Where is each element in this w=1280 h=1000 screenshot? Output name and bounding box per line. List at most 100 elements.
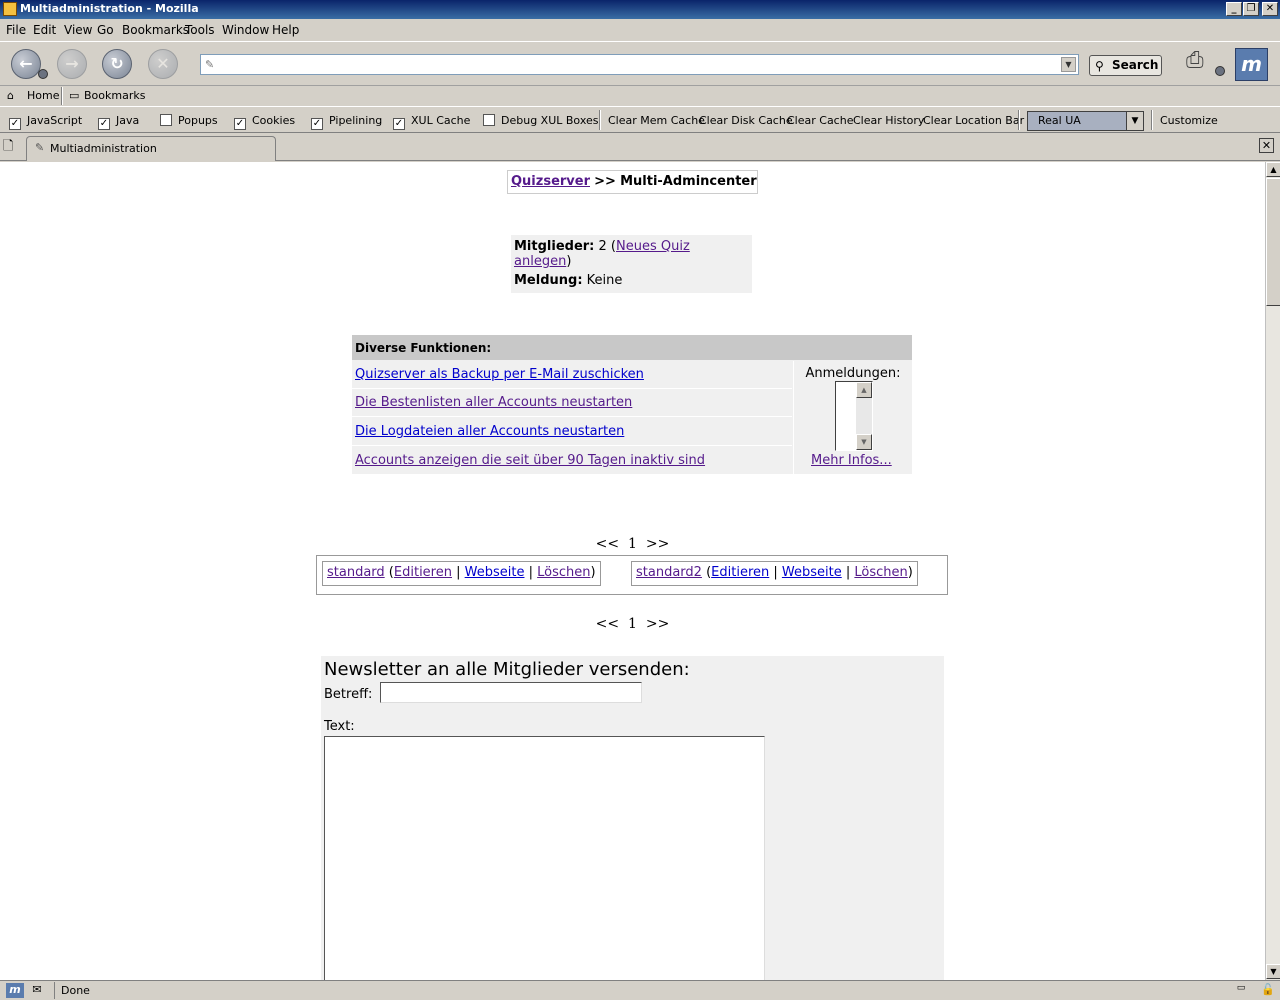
new-tab-icon[interactable]: 🗋 bbox=[3, 137, 21, 155]
breadcrumb-separator: >> bbox=[594, 174, 616, 189]
mozilla-throbber-icon[interactable]: m bbox=[1235, 48, 1268, 81]
reset-highscores-link[interactable]: Die Bestenlisten aller Accounts neustart… bbox=[355, 395, 632, 410]
toolbar-separator bbox=[599, 110, 601, 130]
user-agent-value: Real UA bbox=[1038, 114, 1081, 127]
menu-tools[interactable]: Tools bbox=[185, 23, 215, 37]
accounts-list: standard (Editieren | Webseite | Löschen… bbox=[316, 555, 948, 595]
search-button-label: Search bbox=[1112, 58, 1159, 72]
table-row: Die Logdateien aller Accounts neustarten bbox=[352, 418, 792, 446]
javascript-checkbox[interactable]: ✓ JavaScript bbox=[9, 114, 82, 130]
clear-location-bar-button[interactable]: Clear Location Bar bbox=[923, 114, 1024, 127]
backup-email-link[interactable]: Quizserver als Backup per E-Mail zuschic… bbox=[355, 367, 644, 382]
subject-input[interactable] bbox=[380, 682, 642, 703]
back-arrow-icon[interactable]: ← bbox=[11, 49, 41, 79]
checkbox-checked-icon: ✓ bbox=[393, 118, 405, 130]
home-link[interactable]: Home bbox=[27, 89, 59, 102]
popups-checkbox[interactable]: Popups bbox=[160, 114, 218, 127]
java-checkbox[interactable]: ✓ Java bbox=[98, 114, 139, 130]
minimize-button[interactable]: _ bbox=[1226, 2, 1242, 16]
account-website-link[interactable]: Webseite bbox=[782, 565, 842, 580]
newsletter-title: Newsletter an alle Mitglieder versenden: bbox=[324, 659, 690, 680]
account-delete-link[interactable]: Löschen bbox=[854, 565, 907, 580]
page-proxy-icon: ✎ bbox=[205, 58, 215, 71]
pipelining-checkbox[interactable]: ✓ Pipelining bbox=[311, 114, 382, 130]
more-info-link[interactable]: Mehr Infos... bbox=[811, 453, 892, 468]
signups-label: Anmeldungen: bbox=[805, 366, 901, 381]
stop-icon[interactable]: ✕ bbox=[148, 49, 178, 79]
home-icon[interactable]: ⌂ bbox=[7, 89, 14, 102]
pager-next-link[interactable]: >> bbox=[646, 536, 669, 552]
signups-listbox[interactable]: ▲ ▼ bbox=[835, 381, 873, 451]
functions-table: Diverse Funktionen: Quizserver als Backu… bbox=[352, 335, 912, 474]
menu-go[interactable]: Go bbox=[97, 23, 114, 37]
scrollbar-thumb[interactable] bbox=[1266, 178, 1280, 306]
tab-multiadministration[interactable]: ✎ Multiadministration bbox=[26, 136, 276, 161]
reload-icon[interactable]: ↻ bbox=[102, 49, 132, 79]
personal-toolbar: ⌂ Home ▭ Bookmarks bbox=[0, 85, 1280, 106]
inactive-accounts-link[interactable]: Accounts anzeigen die seit über 90 Tagen… bbox=[355, 453, 705, 468]
bookmarks-folder-icon: ▭ bbox=[69, 89, 80, 102]
checkbox-label: Java bbox=[116, 114, 140, 127]
bookmarks-link[interactable]: Bookmarks bbox=[84, 89, 145, 102]
page-icon: ✎ bbox=[35, 141, 45, 154]
print-dropdown-icon[interactable] bbox=[1215, 66, 1225, 76]
navigator-icon[interactable]: m bbox=[6, 983, 24, 998]
toolbar-separator bbox=[1018, 110, 1020, 130]
pager-bottom: << 1 >> bbox=[0, 616, 1265, 632]
reset-logfiles-link[interactable]: Die Logdateien aller Accounts neustarten bbox=[355, 424, 624, 439]
menu-file[interactable]: File bbox=[6, 23, 26, 37]
clear-cache-button[interactable]: Clear Cache bbox=[787, 114, 853, 127]
menu-view[interactable]: View bbox=[64, 23, 92, 37]
clear-mem-cache-button[interactable]: Clear Mem Cache bbox=[608, 114, 705, 127]
account-name-link[interactable]: standard bbox=[327, 565, 385, 580]
back-history-dropdown-icon[interactable] bbox=[38, 69, 48, 79]
clear-disk-cache-button[interactable]: Clear Disk Cache bbox=[699, 114, 793, 127]
functions-header: Diverse Funktionen: bbox=[352, 335, 912, 360]
toolbar-separator bbox=[1151, 110, 1153, 130]
navigation-toolbar: ← → ↻ ✕ ✎ ▼ ⚲ Search ⎙ m bbox=[0, 41, 1280, 85]
menu-bookmarks[interactable]: Bookmarks bbox=[122, 23, 189, 37]
window-title: Multiadministration - Mozilla bbox=[20, 2, 199, 15]
user-agent-select[interactable]: Real UA ▼ bbox=[1027, 111, 1144, 131]
mail-icon[interactable]: ✉ bbox=[28, 983, 46, 998]
tab-bar: 🗋 ✎ Multiadministration ✕ bbox=[0, 134, 1280, 161]
account-delete-link[interactable]: Löschen bbox=[537, 565, 590, 580]
close-window-button[interactable]: ✕ bbox=[1262, 2, 1278, 16]
account-name-link[interactable]: standard2 bbox=[636, 565, 702, 580]
menu-help[interactable]: Help bbox=[272, 23, 299, 37]
pager-prev-link[interactable]: << bbox=[596, 616, 619, 632]
menu-edit[interactable]: Edit bbox=[33, 23, 56, 37]
pager-page-number: 1 bbox=[628, 536, 637, 552]
pager-next-link[interactable]: >> bbox=[646, 616, 669, 632]
xul-cache-checkbox[interactable]: ✓ XUL Cache bbox=[393, 114, 470, 130]
debug-xul-boxes-checkbox[interactable]: Debug XUL Boxes bbox=[483, 114, 599, 127]
maximize-button[interactable]: ❐ bbox=[1243, 2, 1259, 16]
checkbox-unchecked-icon bbox=[483, 114, 495, 126]
table-row: Die Bestenlisten aller Accounts neustart… bbox=[352, 389, 792, 417]
scroll-up-icon[interactable]: ▲ bbox=[856, 382, 872, 398]
page-scrollbar[interactable]: ▲ ▼ bbox=[1265, 162, 1280, 980]
forward-arrow-icon[interactable]: → bbox=[57, 49, 87, 79]
customize-button[interactable]: Customize bbox=[1160, 114, 1218, 127]
list-item: standard2 (Editieren | Webseite | Lösche… bbox=[631, 561, 918, 586]
newsletter-text-area[interactable] bbox=[324, 736, 765, 980]
breadcrumb-quizserver-link[interactable]: Quizserver bbox=[511, 174, 590, 189]
list-item: standard (Editieren | Webseite | Löschen… bbox=[322, 561, 601, 586]
close-tab-icon[interactable]: ✕ bbox=[1259, 138, 1274, 153]
print-icon[interactable]: ⎙ bbox=[1186, 48, 1214, 76]
account-edit-link[interactable]: Editieren bbox=[394, 565, 452, 580]
account-website-link[interactable]: Webseite bbox=[465, 565, 525, 580]
checkbox-label: XUL Cache bbox=[411, 114, 471, 127]
cookies-checkbox[interactable]: ✓ Cookies bbox=[234, 114, 295, 130]
clear-history-button[interactable]: Clear History bbox=[853, 114, 924, 127]
menu-window[interactable]: Window bbox=[222, 23, 269, 37]
account-edit-link[interactable]: Editieren bbox=[711, 565, 769, 580]
pager-prev-link[interactable]: << bbox=[596, 536, 619, 552]
scroll-down-icon[interactable]: ▼ bbox=[1266, 964, 1280, 979]
scroll-down-icon[interactable]: ▼ bbox=[856, 434, 872, 450]
url-bar[interactable]: ✎ ▼ bbox=[200, 54, 1079, 75]
listbox-scrollbar[interactable]: ▲ ▼ bbox=[856, 382, 872, 450]
search-button[interactable]: ⚲ Search bbox=[1089, 55, 1162, 76]
url-history-dropdown-icon[interactable]: ▼ bbox=[1061, 57, 1076, 72]
scroll-up-icon[interactable]: ▲ bbox=[1266, 162, 1280, 177]
